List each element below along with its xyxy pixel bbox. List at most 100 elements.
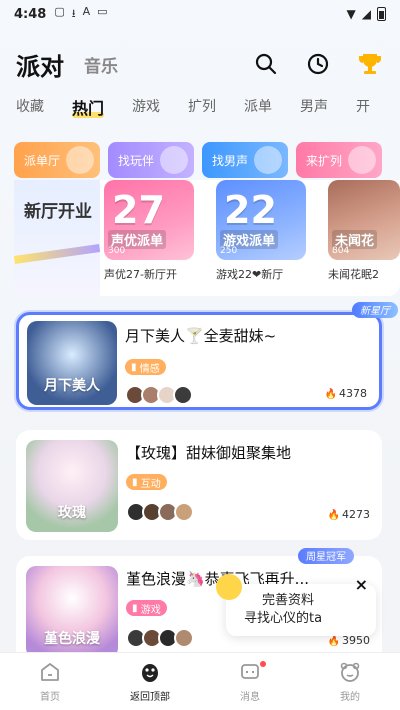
bars-icon: ▮ — [132, 476, 138, 488]
room-tag: ▮ 互动 — [126, 474, 167, 490]
app-a-icon: A — [82, 4, 91, 18]
tab-male-voice[interactable]: 男声 — [300, 96, 328, 120]
avatar — [173, 385, 193, 405]
banner-image: 27 声优派单 300 — [104, 180, 194, 260]
home-icon — [38, 660, 62, 684]
promo-title: 新厅开业 — [24, 202, 92, 222]
cat-mascot-icon — [66, 146, 94, 174]
message-icon — [238, 660, 262, 684]
bars-icon: ▮ — [132, 602, 138, 614]
banner-hot-count: 300 — [108, 246, 126, 256]
room-tag-label: 游戏 — [140, 604, 161, 616]
category-label: 来扩列 — [306, 154, 343, 168]
banner-number: 22 — [224, 188, 277, 232]
avatar — [174, 628, 194, 648]
category-label: 派单厅 — [24, 154, 61, 168]
cover-text: 堇色浪漫 — [44, 631, 100, 647]
status-right: ▼ ◢ — [347, 7, 386, 21]
category-card-find-partner[interactable]: 找玩伴 — [108, 142, 194, 178]
banner-carousel: 新厅开业 27 声优派单 300 声优27-新厅开 22 游戏派单 250 游戏… — [14, 180, 400, 296]
new-hall-promo[interactable]: 新厅开业 — [14, 180, 101, 296]
banner-image: 22 游戏派单 250 — [216, 180, 306, 260]
nav-messages[interactable]: 消息 — [200, 653, 300, 710]
nav-back-to-top[interactable]: 返回顶部 — [100, 653, 200, 710]
room-heat-count: 4273 — [328, 508, 370, 521]
nav-label: 消息 — [240, 692, 260, 703]
room-name: 【玫瑰】甜妹御姐聚集地 — [126, 444, 292, 462]
status-time: 4:48 — [14, 6, 47, 22]
room-card[interactable]: 月下美人 月下美人🍸全麦甜妹~ ▮ 情感 4378 — [16, 312, 382, 410]
category-label: 找男声 — [212, 154, 249, 168]
download-icon: ⭳ — [71, 6, 76, 20]
nav-label: 我的 — [340, 692, 360, 703]
banner-hot-count: 250 — [220, 246, 238, 256]
tab-expand[interactable]: 扩列 — [188, 96, 216, 120]
penguin-icon — [138, 660, 162, 684]
room-tag-label: 互动 — [140, 478, 161, 490]
room-tag: ▮ 情感 — [125, 359, 166, 375]
ticket-icon: ▭ — [97, 4, 108, 18]
trophy-icon[interactable] — [356, 50, 384, 78]
cover-text: 月下美人 — [44, 378, 100, 394]
top-header: 派对 音乐 — [0, 42, 400, 86]
tab-favorites[interactable]: 收藏 — [16, 96, 44, 120]
category-card-find-male-voice[interactable]: 找男声 — [202, 142, 288, 178]
search-icon[interactable] — [252, 50, 280, 78]
file-icon: ▢ — [54, 4, 65, 18]
duck-mascot-icon — [216, 574, 242, 600]
room-cover: 月下美人 — [27, 321, 117, 405]
room-tag-label: 情感 — [139, 363, 160, 375]
status-bar: 4:48 ▢ ⭳ A ▭ ▼ ◢ — [0, 0, 400, 28]
notification-icons: ▢ ⭳ A ▭ — [54, 5, 107, 24]
nav-label: 首页 — [40, 692, 60, 703]
unread-dot — [260, 661, 266, 667]
bottom-navigation: 首页 返回顶部 消息 我的 — [0, 652, 400, 710]
promo-stripe — [14, 244, 101, 264]
room-name: 月下美人🍸全麦甜妹~ — [125, 327, 277, 345]
category-card-expand[interactable]: 来扩列 — [296, 142, 382, 178]
close-icon[interactable]: × — [355, 576, 368, 594]
member-avatars — [126, 502, 194, 522]
room-card[interactable]: 玫瑰 【玫瑰】甜妹御姐聚集地 ▮ 互动 4273 — [16, 430, 382, 540]
avatar — [174, 502, 194, 522]
category-label: 找玩伴 — [118, 154, 155, 168]
nav-profile[interactable]: 我的 — [300, 653, 400, 710]
banner-card[interactable]: 27 声优派单 300 声优27-新厅开 — [104, 180, 194, 282]
cover-text: 玫瑰 — [58, 505, 86, 521]
room-cover: 玫瑰 — [26, 440, 118, 532]
new-star-badge: 新星厅 — [352, 302, 398, 318]
category-card-dispatch-hall[interactable]: 派单厅 — [14, 142, 100, 178]
nav-label: 返回顶部 — [130, 692, 170, 703]
tab-music[interactable]: 音乐 — [84, 52, 118, 77]
bear-face-icon — [338, 660, 362, 684]
tab-dispatch[interactable]: 派单 — [244, 96, 272, 120]
signal-icon: ◢ — [361, 7, 371, 21]
member-avatars — [125, 385, 193, 405]
profile-prompt-popup[interactable]: 完善资料 寻找心仪的ta × — [226, 576, 376, 636]
room-cover: 堇色浪漫 — [26, 566, 118, 658]
banner-card[interactable]: 未闻花 804 未闻花眠2 — [328, 180, 400, 282]
pig-mascot-icon — [348, 146, 376, 174]
banner-number: 27 — [112, 188, 165, 232]
banner-caption: 声优27-新厅开 — [104, 268, 177, 281]
banner-hot-count: 804 — [332, 246, 350, 256]
tab-more[interactable]: 开 — [356, 96, 370, 120]
banner-image: 未闻花 804 — [328, 180, 400, 260]
weekly-champion-badge: 周星冠军 — [298, 548, 354, 564]
cat-mascot-icon — [160, 146, 188, 174]
tab-games[interactable]: 游戏 — [132, 96, 160, 120]
room-tag: ▮ 游戏 — [126, 600, 167, 616]
prompt-line2: 寻找心仪的ta — [244, 611, 323, 626]
room-heat-count: 4378 — [325, 387, 367, 400]
banner-card[interactable]: 22 游戏派单 250 游戏22❤新厅 — [216, 180, 306, 282]
category-cards: 派单厅 找玩伴 找男声 来扩列 — [14, 142, 382, 178]
tab-hot[interactable]: 热门 — [72, 95, 105, 119]
battery-icon — [377, 7, 386, 21]
category-tabs: 收藏 热门 游戏 扩列 派单 男声 开 — [16, 96, 398, 120]
nav-home[interactable]: 首页 — [0, 653, 100, 710]
banner-caption: 游戏22❤新厅 — [216, 268, 284, 281]
wifi-icon: ▼ — [346, 7, 356, 21]
prompt-line1: 完善资料 — [262, 593, 315, 608]
page-title-party[interactable]: 派对 — [16, 47, 64, 82]
history-clock-icon[interactable] — [304, 50, 332, 78]
